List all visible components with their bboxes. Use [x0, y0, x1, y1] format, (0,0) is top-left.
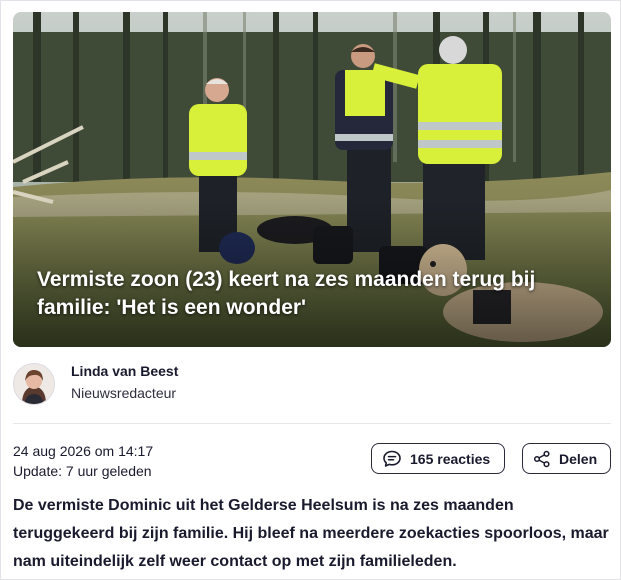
article-meta: 24 aug 2026 om 14:17 Update: 7 uur geled… — [13, 441, 153, 481]
hero-image[interactable]: Vermiste zoon (23) keert na zes maanden … — [13, 12, 611, 347]
author-block: Linda van Beest Nieuwsredacteur — [13, 363, 178, 405]
publish-date: 24 aug 2026 om 14:17 — [13, 443, 154, 459]
share-icon — [533, 450, 550, 467]
comment-icon — [383, 450, 401, 467]
author-info: Linda van Beest Nieuwsredacteur — [71, 363, 178, 403]
update-time: Update: 7 uur geleden — [13, 463, 152, 479]
author-photo — [14, 364, 54, 404]
reactions-button[interactable]: 165 reacties — [371, 443, 505, 474]
article-card: Vermiste zoon (23) keert na zes maanden … — [0, 0, 621, 580]
author-avatar[interactable] — [13, 363, 55, 405]
share-button[interactable]: Delen — [522, 443, 611, 474]
reactions-label: 165 reacties — [410, 450, 491, 467]
author-role: Nieuwsredacteur — [71, 385, 177, 401]
article-intro: De vermiste Dominic uit het Gelderse Hee… — [13, 497, 609, 570]
author-name[interactable]: Linda van Beest — [71, 361, 178, 381]
article-headline[interactable]: Vermiste zoon (23) keert na zes maanden … — [37, 266, 577, 322]
share-label: Delen — [559, 450, 598, 467]
divider — [13, 423, 611, 424]
